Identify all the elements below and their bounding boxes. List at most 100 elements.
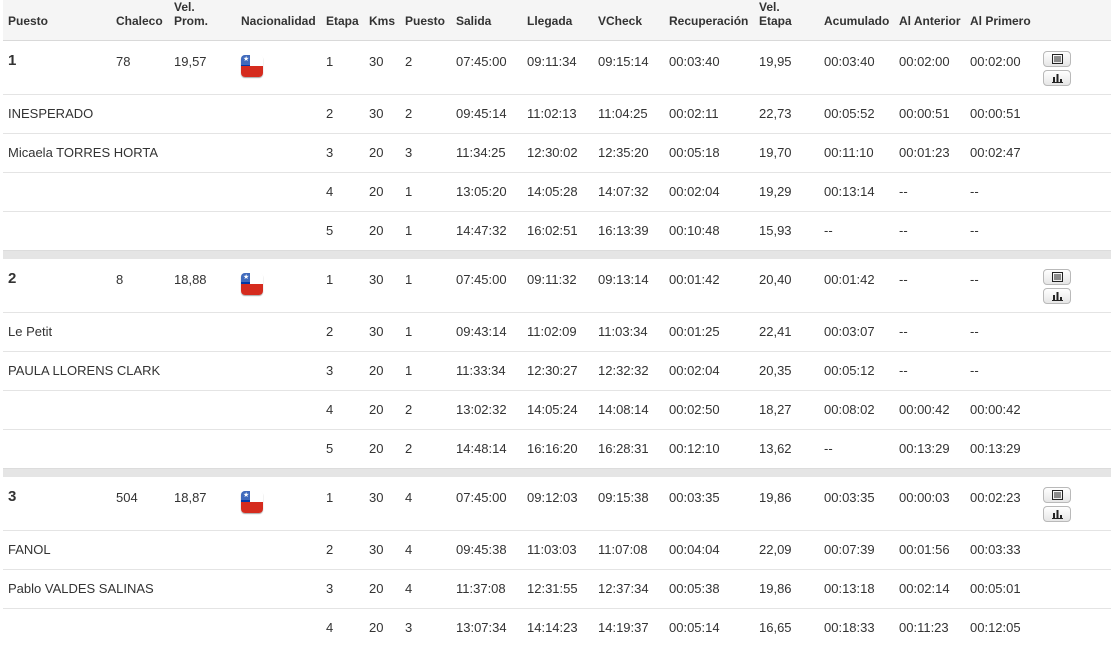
bar-chart-button[interactable]: [1043, 505, 1071, 522]
table-row: INESPERADO 2 30 2 09:45:14 11:02:13 11:04:25 00…: [3, 94, 1111, 134]
cell-start-time: 13:02:32: [451, 390, 522, 430]
cell-gap-previous: --: [894, 351, 965, 391]
actions-cell: [1038, 477, 1111, 531]
bar-chart-button[interactable]: [1043, 70, 1071, 86]
column-header-acumulado[interactable]: Acumulado: [819, 0, 894, 41]
team-position: 3: [8, 487, 17, 505]
cell-stage-speed: 19,70: [754, 133, 819, 173]
team-bib: 78: [116, 54, 131, 69]
cell-kms: 30: [369, 54, 384, 69]
results-table: Puesto Chaleco Vel. Prom. Nacionalidad Etapa…: [3, 0, 1111, 648]
table-view-icon: [1052, 271, 1063, 282]
cell-gap-first: 00:02:23: [970, 489, 1021, 505]
cell-start-time: 11:34:25: [451, 133, 522, 173]
team-bib: 8: [116, 271, 124, 287]
table-body: 1 78 19,57 ★ 1 30 2 07:45:00 09:11:34 09:15:14 00:…: [3, 41, 1111, 648]
chile-flag-icon: ★: [241, 490, 263, 513]
actions-cell: [1038, 429, 1111, 469]
chile-flag-icon: ★: [241, 272, 263, 295]
cell-vcheck-time: 12:32:32: [593, 351, 664, 391]
cell-recovery-time: 00:03:40: [669, 54, 720, 69]
cell-recovery-time: 00:01:42: [669, 271, 720, 287]
team-member-name: Micaela TORRES HORTA: [3, 133, 321, 173]
cell-stage-position: 2: [400, 429, 451, 469]
cell-gap-first: --: [965, 351, 1038, 391]
cell-stage: 2: [321, 94, 364, 134]
cell-recovery-time: 00:01:25: [664, 312, 754, 352]
cell-accumulated: 00:05:12: [819, 351, 894, 391]
column-header-puesto-etapa[interactable]: Puesto: [400, 0, 451, 41]
column-header-vel-etapa[interactable]: Vel. Etapa: [754, 0, 819, 41]
cell-kms: 30: [369, 489, 384, 505]
group-separator: [3, 468, 1111, 477]
cell-recovery-time: 00:02:50: [664, 390, 754, 430]
actions-cell: [1038, 211, 1111, 251]
team-avg-speed: 19,57: [174, 54, 207, 69]
cell-start-time: 11:33:34: [451, 351, 522, 391]
cell-stage-position: 1: [400, 211, 451, 251]
column-header-vcheck[interactable]: VCheck: [593, 0, 664, 41]
table-view-button[interactable]: [1043, 51, 1071, 67]
cell-arrival-time: 12:31:55: [522, 569, 593, 609]
cell-stage-position: 1: [400, 312, 451, 352]
cell-stage: 1: [326, 271, 334, 287]
cell-gap-first: --: [965, 211, 1038, 251]
table-row: PAULA LLORENS CLARK 3 20 1 11:33:34 12:30:27 1…: [3, 351, 1111, 391]
empty-cell: [3, 172, 321, 212]
cell-stage-position: 1: [400, 351, 451, 391]
team-bib: 504: [116, 489, 138, 505]
cell-accumulated: --: [819, 211, 894, 251]
column-header-salida[interactable]: Salida: [451, 0, 522, 41]
cell-arrival-time: 11:02:13: [522, 94, 593, 134]
cell-gap-previous: 00:01:23: [894, 133, 965, 173]
empty-cell: [3, 211, 321, 251]
table-row: Micaela TORRES HORTA 3 20 3 11:34:25 12:30:02…: [3, 133, 1111, 173]
cell-gap-first: --: [965, 312, 1038, 352]
cell-stage: 2: [321, 530, 364, 570]
cell-start-time: 14:47:32: [451, 211, 522, 251]
cell-vcheck-time: 09:15:14: [598, 54, 649, 69]
table-view-button[interactable]: [1043, 268, 1071, 285]
actions-cell: [1038, 133, 1111, 173]
column-header-puesto[interactable]: Puesto: [3, 0, 111, 41]
actions-cell: [1038, 608, 1111, 648]
cell-stage-speed: 16,65: [754, 608, 819, 648]
table-row: FANOL 2 30 4 09:45:38 11:03:03 11:07:08 00:04:0…: [3, 530, 1111, 570]
table-view-button[interactable]: [1043, 486, 1071, 503]
column-header-etapa[interactable]: Etapa: [321, 0, 364, 41]
cell-stage: 1: [326, 54, 334, 69]
bar-chart-icon: [1052, 509, 1063, 519]
cell-stage: 4: [321, 608, 364, 648]
column-header-al-primero[interactable]: Al Primero: [965, 0, 1038, 41]
column-header-al-anterior[interactable]: Al Anterior: [894, 0, 965, 41]
cell-stage-speed: 22,41: [754, 312, 819, 352]
cell-start-time: 13:07:34: [451, 608, 522, 648]
cell-start-time: 09:43:14: [451, 312, 522, 352]
column-header-vel-prom[interactable]: Vel. Prom.: [169, 0, 236, 41]
actions-cell: [1038, 259, 1111, 313]
bar-chart-button[interactable]: [1043, 287, 1071, 304]
separator-cell: [3, 468, 1111, 477]
cell-stage: 5: [321, 429, 364, 469]
column-header-llegada[interactable]: Llegada: [522, 0, 593, 41]
table-view-icon: [1052, 54, 1063, 64]
cell-gap-previous: --: [894, 211, 965, 251]
cell-gap-first: 00:02:00: [970, 54, 1021, 69]
cell-start-time: 09:45:38: [451, 530, 522, 570]
cell-gap-first: 00:03:33: [965, 530, 1038, 570]
cell-accumulated: 00:13:18: [819, 569, 894, 609]
column-header-nacionalidad[interactable]: Nacionalidad: [236, 0, 321, 41]
column-header-kms[interactable]: Kms: [364, 0, 400, 41]
cell-stage: 4: [321, 390, 364, 430]
cell-accumulated: 00:18:33: [819, 608, 894, 648]
table-row: 4 20 2 13:02:32 14:05:24 14:08:14 00:02:50 18,2…: [3, 390, 1111, 430]
cell-kms: 20: [364, 569, 400, 609]
column-header-chaleco[interactable]: Chaleco: [111, 0, 169, 41]
cell-stage-speed: 22,73: [754, 94, 819, 134]
cell-vcheck-time: 16:13:39: [593, 211, 664, 251]
cell-kms: 20: [364, 390, 400, 430]
team-avg-speed: 18,88: [174, 271, 207, 287]
cell-recovery-time: 00:02:11: [664, 94, 754, 134]
cell-vcheck-time: 14:19:37: [593, 608, 664, 648]
column-header-recuperacion[interactable]: Recuperación: [664, 0, 754, 41]
